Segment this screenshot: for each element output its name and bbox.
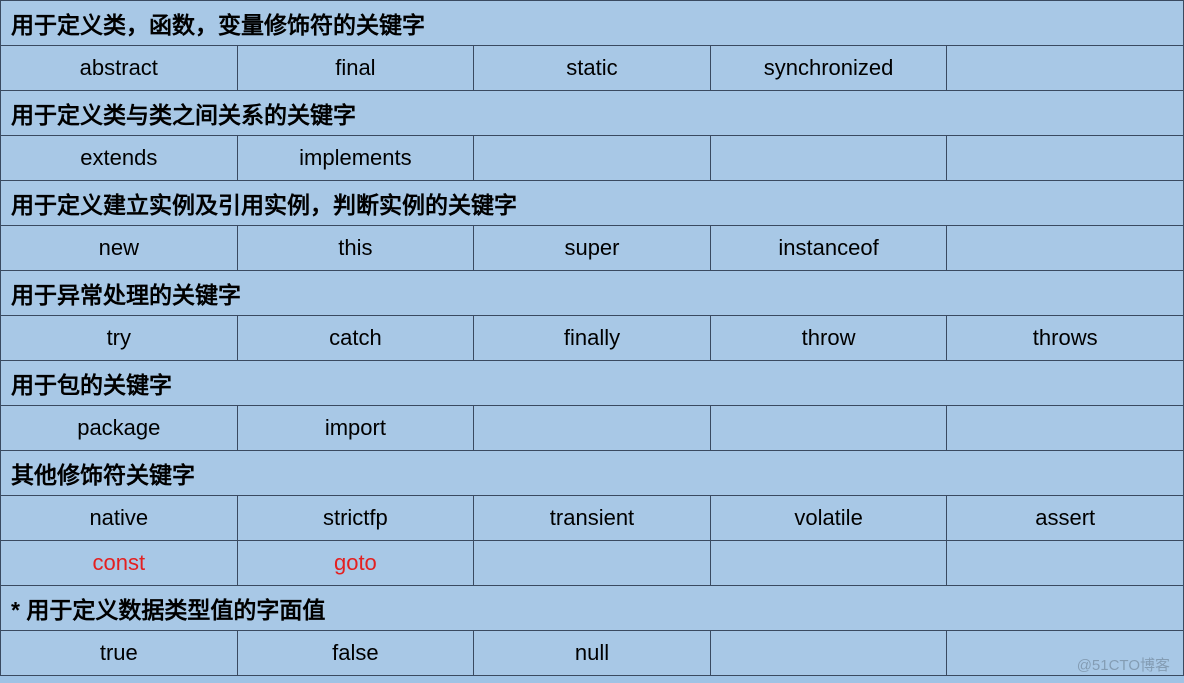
cell: false	[237, 631, 474, 676]
cell: abstract	[1, 46, 238, 91]
cell: static	[474, 46, 711, 91]
cell-reserved: const	[1, 541, 238, 586]
cell	[710, 136, 947, 181]
table-row: new this super instanceof	[1, 226, 1184, 271]
cell	[474, 406, 711, 451]
table-row: package import	[1, 406, 1184, 451]
cell: try	[1, 316, 238, 361]
table-row: true false null	[1, 631, 1184, 676]
cell: final	[237, 46, 474, 91]
section-header: 用于包的关键字	[1, 361, 1184, 406]
section-header: 用于定义类与类之间关系的关键字	[1, 91, 1184, 136]
cell: finally	[474, 316, 711, 361]
cell: throw	[710, 316, 947, 361]
cell: synchronized	[710, 46, 947, 91]
cell	[947, 46, 1184, 91]
section-header: 用于异常处理的关键字	[1, 271, 1184, 316]
section-header: * 用于定义数据类型值的字面值	[1, 586, 1184, 631]
cell	[947, 406, 1184, 451]
cell: this	[237, 226, 474, 271]
cell: implements	[237, 136, 474, 181]
table-row: abstract final static synchronized	[1, 46, 1184, 91]
cell	[474, 541, 711, 586]
cell: null	[474, 631, 711, 676]
cell: assert	[947, 496, 1184, 541]
section-header: 用于定义类，函数，变量修饰符的关键字	[1, 1, 1184, 46]
keyword-table: 用于定义类，函数，变量修饰符的关键字 abstract final static…	[0, 0, 1184, 676]
cell: native	[1, 496, 238, 541]
cell	[947, 226, 1184, 271]
table-row: try catch finally throw throws	[1, 316, 1184, 361]
cell: new	[1, 226, 238, 271]
table-row: const goto	[1, 541, 1184, 586]
cell	[947, 136, 1184, 181]
cell	[710, 406, 947, 451]
cell: catch	[237, 316, 474, 361]
cell	[947, 541, 1184, 586]
watermark: @51CTO博客	[1077, 654, 1170, 675]
cell: volatile	[710, 496, 947, 541]
cell: instanceof	[710, 226, 947, 271]
cell: package	[1, 406, 238, 451]
cell: super	[474, 226, 711, 271]
section-header: 其他修饰符关键字	[1, 451, 1184, 496]
cell: import	[237, 406, 474, 451]
cell: transient	[474, 496, 711, 541]
section-header: 用于定义建立实例及引用实例，判断实例的关键字	[1, 181, 1184, 226]
cell	[710, 541, 947, 586]
cell: strictfp	[237, 496, 474, 541]
cell	[710, 631, 947, 676]
table-row: extends implements	[1, 136, 1184, 181]
cell	[474, 136, 711, 181]
cell: throws	[947, 316, 1184, 361]
cell: extends	[1, 136, 238, 181]
cell: true	[1, 631, 238, 676]
cell-reserved: goto	[237, 541, 474, 586]
table-row: native strictfp transient volatile asser…	[1, 496, 1184, 541]
